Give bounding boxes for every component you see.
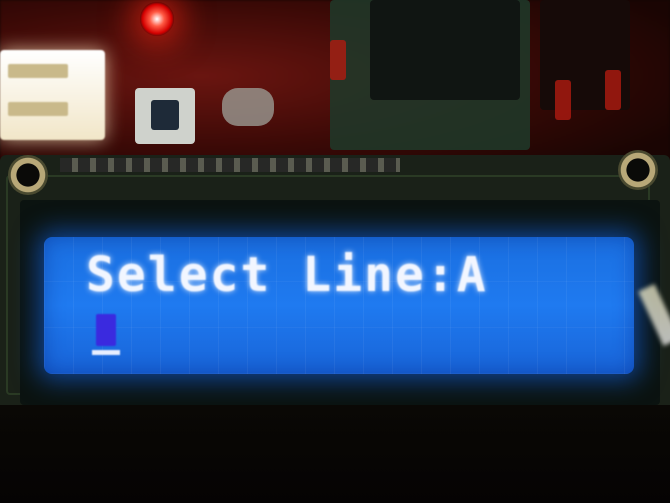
- lcd-line-1: Select Line:A: [86, 247, 488, 303]
- reset-button: [151, 100, 179, 130]
- lcd-cursor-underline: [92, 350, 120, 355]
- mount-hole: [8, 155, 48, 195]
- red-led: [140, 2, 174, 36]
- usb-connector: [0, 50, 105, 140]
- resistor: [330, 40, 346, 80]
- resistor: [605, 70, 621, 110]
- lcd-header-pins: [60, 158, 400, 172]
- crystal-oscillator: [222, 88, 274, 126]
- microcontroller-chip: [370, 0, 520, 100]
- usb-slot: [8, 102, 68, 116]
- lcd-bottom-edge: [0, 405, 670, 503]
- usb-slot: [8, 64, 68, 78]
- lcd-screen: Select Line:A: [44, 237, 634, 374]
- lcd-cursor-block: [96, 314, 116, 346]
- resistor: [555, 80, 571, 120]
- photo-scene: Select Line:A: [0, 0, 670, 503]
- mount-hole: [618, 150, 658, 190]
